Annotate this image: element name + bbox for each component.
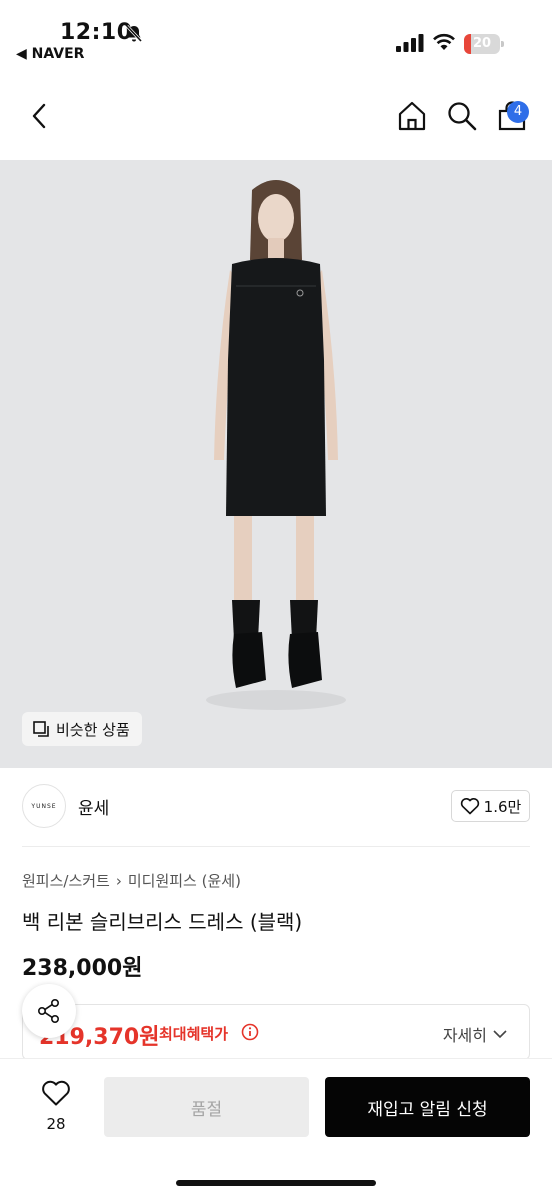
- brand-name[interactable]: 윤세: [78, 794, 109, 819]
- brand-like-count: 1.6만: [483, 797, 522, 816]
- breadcrumb-subcategory[interactable]: 미디원피스 (윤세): [128, 870, 241, 891]
- brand-like-button[interactable]: 1.6만: [451, 790, 530, 822]
- wifi-icon: [433, 33, 455, 50]
- bell-muted-icon: [125, 24, 143, 43]
- benefit-label: 최대혜택가: [159, 1025, 229, 1043]
- chevron-right-icon: ›: [115, 871, 122, 890]
- back-arrow-icon[interactable]: [24, 100, 56, 132]
- similar-items-icon: [33, 721, 49, 737]
- benefit-detail-label: 자세히: [442, 1026, 487, 1045]
- wishlist-count: 28: [46, 1115, 66, 1133]
- top-navigation: [0, 72, 552, 160]
- back-to-app-link[interactable]: ◀ NAVER: [16, 46, 84, 62]
- brand-logo[interactable]: YUNSE: [22, 784, 66, 828]
- battery-percent: 20: [472, 36, 492, 51]
- share-icon: [37, 998, 60, 1023]
- breadcrumb-category[interactable]: 원피스/스커트: [22, 870, 110, 891]
- product-title: 백 리본 슬리브리스 드레스 (블랙): [22, 910, 303, 934]
- share-button[interactable]: [22, 984, 76, 1038]
- max-benefit-box[interactable]: 219,370원 최대혜택가 자세히: [22, 1004, 530, 1060]
- home-indicator[interactable]: [176, 1180, 376, 1186]
- cellular-signal-icon: [396, 34, 424, 52]
- sold-out-button: 품절: [104, 1077, 309, 1137]
- heart-icon: [460, 798, 479, 815]
- similar-products-label: 비슷한 상품: [56, 720, 130, 739]
- wishlist-button[interactable]: 28: [34, 1079, 78, 1133]
- restock-alert-button[interactable]: 재입고 알림 신청: [325, 1077, 530, 1137]
- brand-row: YUNSE 윤세 1.6만: [0, 768, 552, 846]
- status-time: 12:10: [60, 20, 133, 45]
- search-icon[interactable]: [446, 100, 478, 132]
- home-icon[interactable]: [396, 100, 428, 132]
- bottom-action-bar: 28 품절 재입고 알림 신청: [0, 1058, 552, 1200]
- model-illustration: [206, 180, 346, 710]
- status-bar: 12:10 ◀ NAVER 20: [0, 0, 552, 72]
- product-photo[interactable]: [0, 160, 552, 768]
- product-price: 238,000원: [22, 956, 143, 981]
- divider: [22, 846, 530, 847]
- cart-count-badge: 4: [507, 101, 529, 123]
- similar-products-button[interactable]: 비슷한 상품: [22, 712, 142, 746]
- info-icon[interactable]: [241, 1023, 259, 1041]
- chevron-down-icon: [493, 1030, 507, 1039]
- breadcrumb: 원피스/스커트 › 미디원피스 (윤세): [22, 870, 241, 891]
- battery-indicator: 20: [464, 34, 504, 54]
- heart-icon: [42, 1080, 70, 1106]
- benefit-detail-toggle[interactable]: 자세히: [443, 1022, 507, 1046]
